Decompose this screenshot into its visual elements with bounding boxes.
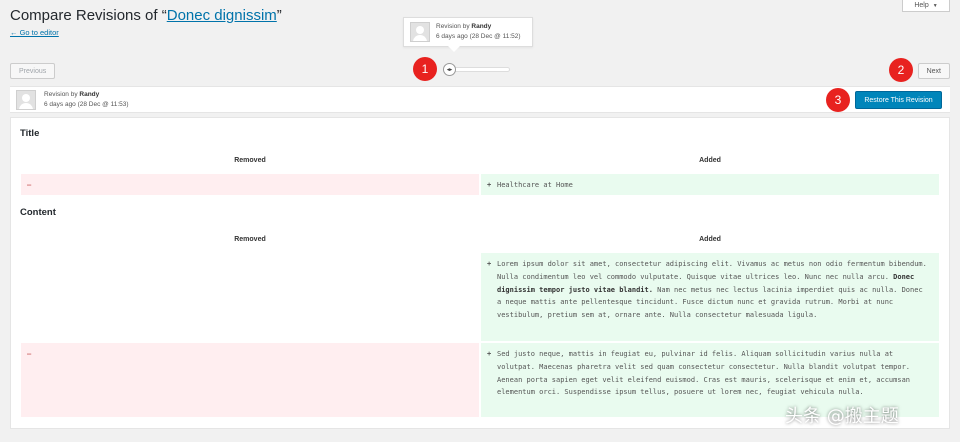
tooltip-time: 6 days ago (28 Dec @ 11:52) (436, 33, 521, 40)
added-sign: + (487, 260, 492, 268)
title-section-heading: Title (20, 128, 40, 139)
title-added-text: Healthcare at Home (497, 181, 573, 189)
callout-marker-3: 3 (826, 88, 850, 112)
para2-text: Sed justo neque, mattis in feugiat eu, p… (497, 350, 911, 397)
callout-marker-1: 1 (413, 57, 437, 81)
content-removed-header: Removed (234, 236, 266, 243)
previous-button[interactable]: Previous (10, 63, 56, 79)
page-title: Compare Revisions of “Donec dignissim” (10, 7, 282, 24)
revision-meta: Revision by Randy 6 days ago (28 Dec @ 1… (44, 90, 129, 110)
post-title-link[interactable]: Donec dignissim (167, 7, 277, 24)
revision-tooltip: Revision by Randy 6 days ago (28 Dec @ 1… (403, 17, 533, 52)
avatar (16, 89, 36, 110)
removed-sign: – (27, 181, 32, 189)
next-button[interactable]: Next (917, 63, 950, 79)
page-title-suffix: ” (276, 7, 282, 24)
avatar (410, 22, 430, 42)
chevron-down-icon: ▼ (932, 2, 938, 9)
diff-panel: Title Removed Added – + Healthcare at Ho… (10, 117, 950, 429)
callout-marker-2: 2 (889, 58, 913, 82)
content-removed-cell: – (21, 343, 479, 417)
go-to-editor-link[interactable]: ← Go to editor (10, 28, 59, 37)
added-sign: + (487, 350, 492, 358)
tooltip-meta: Revision by Randy 6 days ago (28 Dec @ 1… (436, 22, 521, 42)
revision-header: Revision by Randy 6 days ago (28 Dec @ 1… (10, 86, 950, 113)
title-added-cell: + Healthcare at Home (481, 174, 939, 195)
revision-prefix: Revision by (44, 90, 80, 98)
revision-time: 6 days ago (28 Dec @ 11:53) (44, 100, 129, 108)
title-removed-cell: – (21, 174, 479, 195)
tooltip-prefix: Revision by (436, 23, 472, 30)
revision-slider-handle[interactable]: ◂▸ (443, 63, 456, 76)
para1-text-a: Lorem ipsum dolor sit amet, consectetur … (497, 260, 927, 281)
page-title-prefix: Compare Revisions of “ (10, 7, 167, 24)
content-section-heading: Content (20, 207, 56, 218)
watermark-text: 头条 @搬主题 (785, 406, 899, 427)
restore-revision-button[interactable]: Restore This Revision (855, 91, 942, 109)
title-added-header: Added (699, 157, 721, 164)
added-sign: + (487, 181, 492, 189)
title-removed-header: Removed (234, 157, 266, 164)
revision-author: Randy (79, 90, 100, 98)
help-label: Help (914, 2, 929, 9)
removed-sign: – (27, 350, 32, 358)
help-button[interactable]: Help ▼ (902, 0, 950, 12)
tooltip-author: Randy (471, 23, 492, 30)
content-added-header: Added (699, 236, 721, 243)
content-added-para-1: + Lorem ipsum dolor sit amet, consectetu… (481, 253, 939, 341)
